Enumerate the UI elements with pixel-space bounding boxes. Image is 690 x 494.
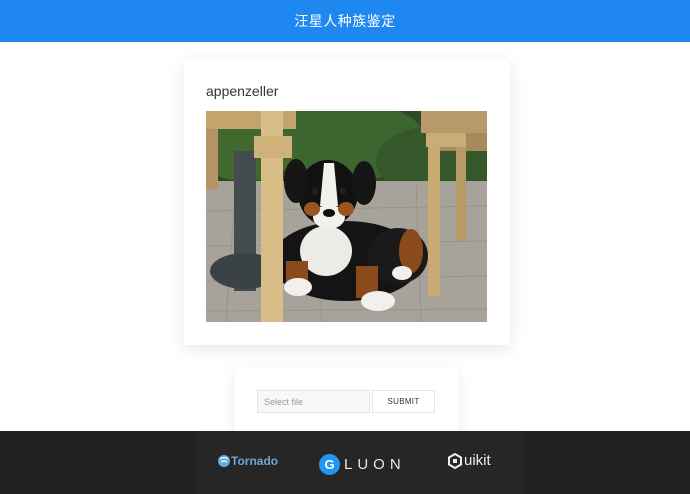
page-title: 汪星人种族鉴定 xyxy=(294,13,396,29)
tornado-icon xyxy=(218,455,230,467)
uikit-icon xyxy=(448,452,462,469)
result-card: appenzeller xyxy=(184,59,510,345)
gluon-g-icon: G xyxy=(319,454,340,475)
tornado-logo-text: Tornado xyxy=(231,454,279,468)
uploaded-dog-photo xyxy=(206,111,487,322)
gluon-logo: G LUON xyxy=(319,454,406,475)
tornado-logo: Tornado xyxy=(217,454,278,468)
upload-form: Select file SUBMIT xyxy=(235,368,458,438)
uikit-logo-text: uikit xyxy=(464,452,491,469)
uikit-logo: uikit xyxy=(448,452,491,469)
gluon-logo-text: LUON xyxy=(344,456,406,473)
file-select-input[interactable]: Select file xyxy=(257,390,370,413)
app-header: 汪星人种族鉴定 xyxy=(0,0,690,42)
breed-label: appenzeller xyxy=(206,83,279,99)
submit-button[interactable]: SUBMIT xyxy=(372,390,435,413)
